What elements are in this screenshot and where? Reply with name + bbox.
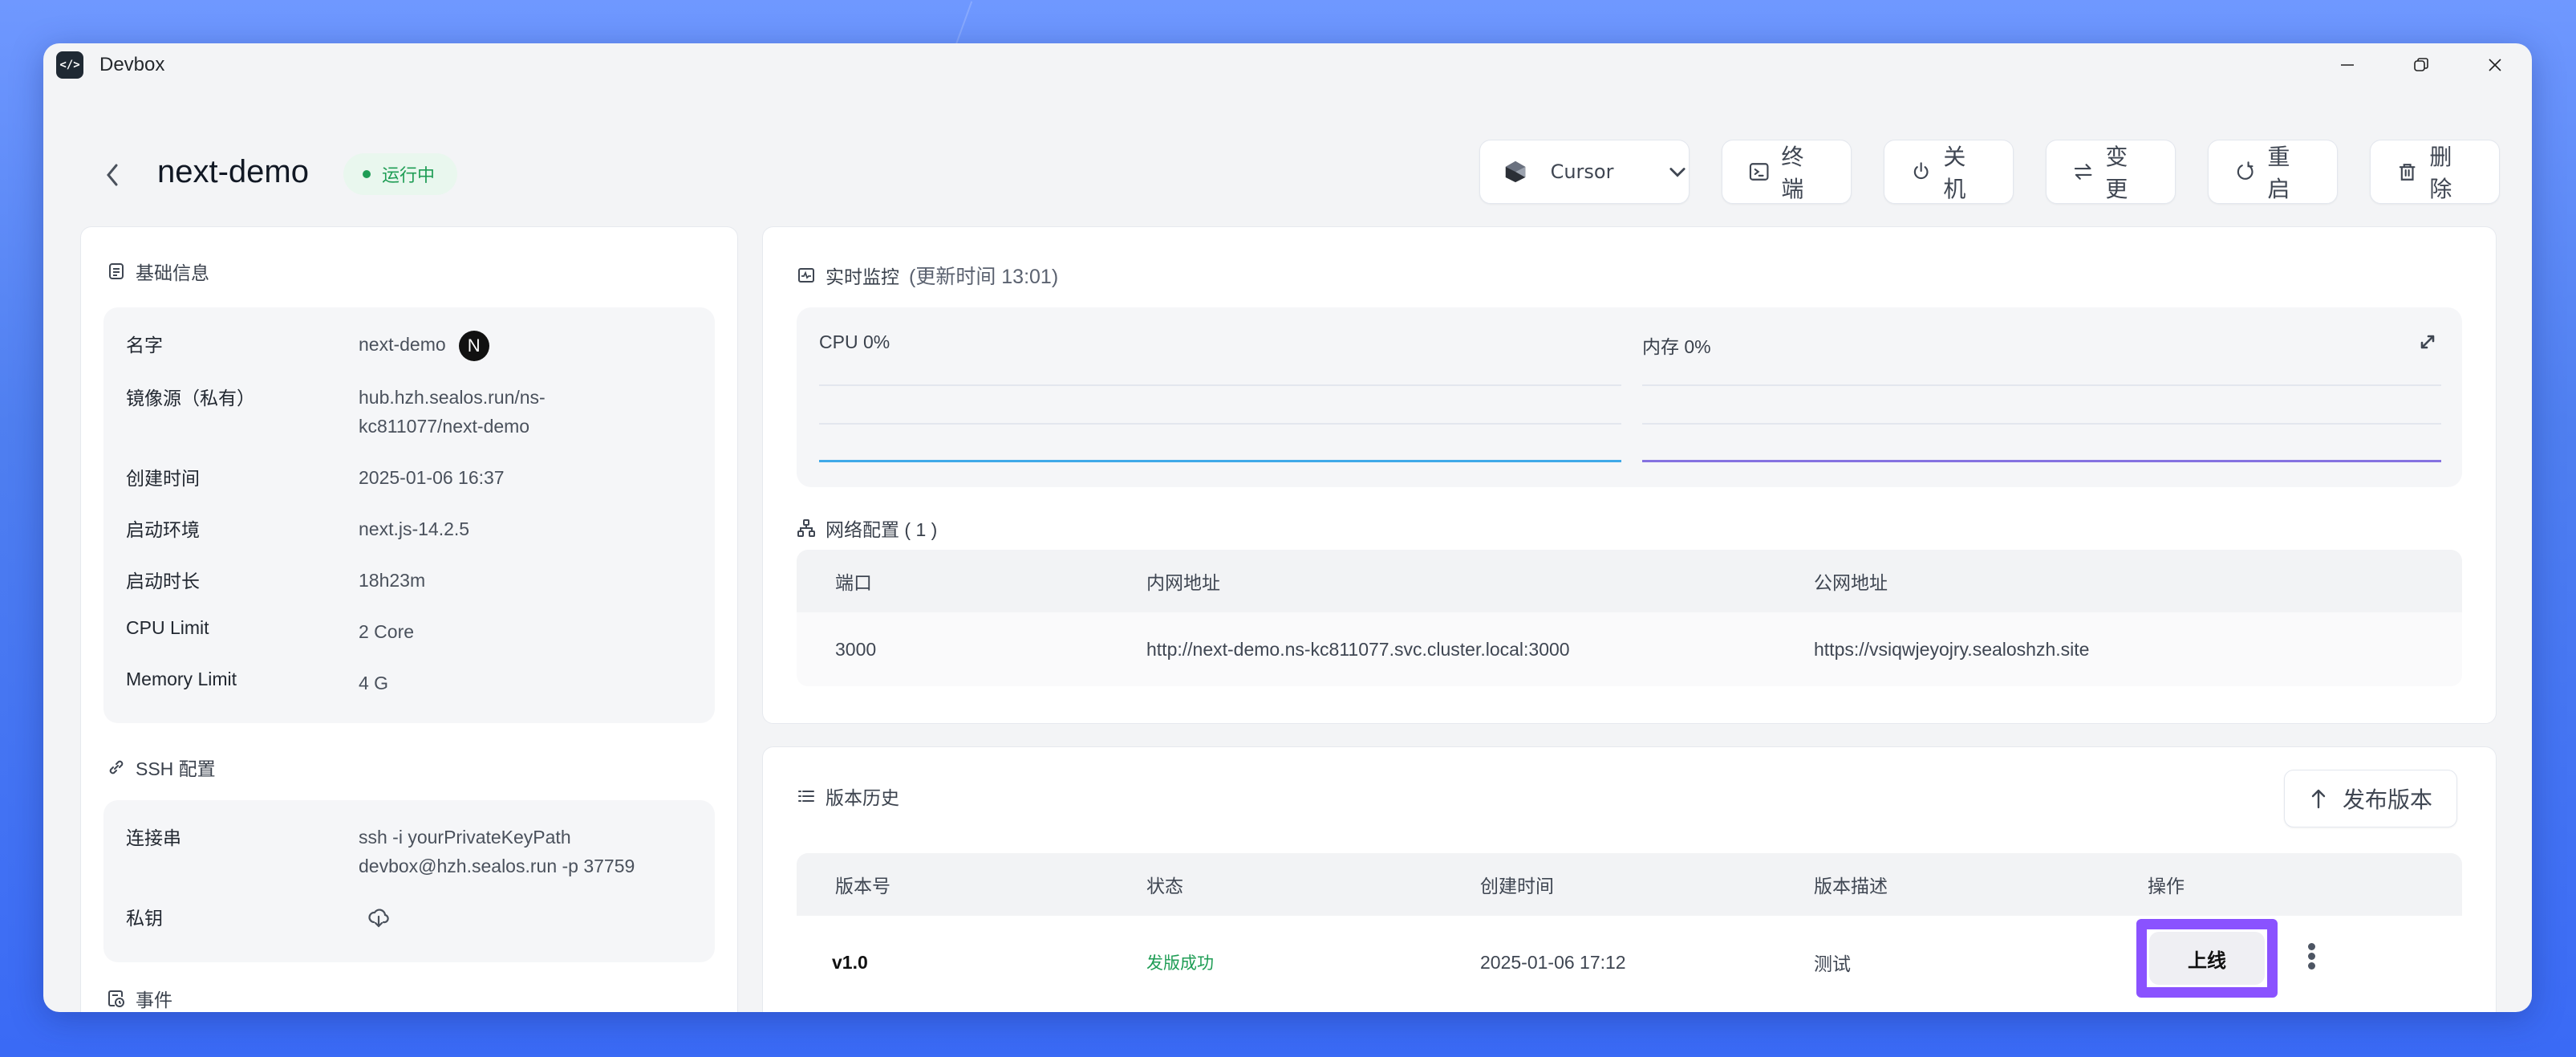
minimize-icon (2341, 64, 2354, 66)
monitor-icon (798, 268, 814, 283)
background-decoration (954, 1, 973, 47)
memory-gridline (1642, 423, 2441, 425)
nextjs-logo-icon: N (458, 330, 489, 361)
version-table-header: 版本号 状态 创建时间 版本描述 操作 (797, 853, 2462, 916)
internal-address[interactable]: http://next-demo.ns-kc811077.svc.cluster… (1146, 639, 1570, 661)
monitor-charts: CPU 0% 内存 0% (797, 307, 2462, 487)
ide-dropdown-button[interactable] (1666, 140, 1689, 203)
image-value-line2: kc811077/next-demo (359, 416, 530, 437)
version-created: 2025-01-06 17:12 (1480, 951, 1626, 973)
network-icon (797, 519, 815, 537)
version-history-title: 版本历史 (797, 783, 899, 810)
memory-label: 内存 0% (1642, 336, 1711, 357)
list-icon (798, 791, 814, 802)
back-button[interactable] (95, 157, 130, 193)
page-title: next-demo (157, 154, 309, 189)
monitor-updated-time: (更新时间 13:01) (909, 266, 1059, 288)
document-icon (109, 263, 124, 279)
version-history-panel: 版本历史 发布版本 版本号 状态 创建时间 版本描述 操作 v1.0 发版成功 … (762, 746, 2497, 1012)
port-value: 3000 (835, 638, 877, 660)
basic-info-title: 基础信息 (107, 258, 209, 285)
events-title: 事件 (107, 985, 172, 1012)
cpu-gridline (819, 423, 1621, 425)
status-badge: 运行中 (343, 153, 458, 195)
cpu-series-line (819, 460, 1621, 462)
version-table: 版本号 状态 创建时间 版本描述 操作 v1.0 发版成功 2025-01-06… (797, 853, 2462, 1009)
ide-label: Cursor (1550, 161, 1614, 183)
go-online-button[interactable]: 上线 (2149, 932, 2265, 985)
change-button[interactable]: 变更 (2046, 140, 2176, 204)
terminal-label: 终端 (1781, 144, 1804, 201)
change-label: 变更 (2105, 144, 2128, 201)
ide-split-button: Cursor (1479, 140, 1690, 204)
monitor-network-panel: 实时监控 (更新时间 13:01) CPU 0% 内存 0% 网络配置 ( 1 … (762, 226, 2497, 724)
monitor-title: 实时监控 (更新时间 13:01) (797, 261, 1058, 290)
minimize-button[interactable] (2310, 43, 2384, 87)
title-bar: </> Devbox (43, 43, 2532, 87)
expand-icon[interactable] (2414, 328, 2441, 356)
delete-label: 删除 (2429, 144, 2452, 201)
memory-chart: 内存 0% (1642, 307, 2441, 487)
trash-icon (2399, 164, 2416, 181)
cpu-chart: CPU 0% (819, 307, 1621, 487)
close-button[interactable] (2458, 43, 2532, 87)
chevron-down-icon (1669, 168, 1686, 177)
app-title: Devbox (99, 54, 165, 75)
version-number: v1.0 (832, 951, 868, 973)
chevron-left-icon (107, 164, 118, 186)
status-text: 运行中 (382, 165, 436, 185)
image-value-line1: hub.hzh.sealos.run/ns- (359, 387, 546, 408)
version-description: 测试 (1814, 953, 1851, 974)
ssh-config-title: SSH 配置 (107, 754, 216, 781)
delete-button[interactable]: 删除 (2370, 140, 2500, 204)
version-status: 发版成功 (1146, 954, 1214, 973)
page-header: next-demo 运行中 Cursor 终端 关机 变更 重启 删除 (43, 140, 2532, 212)
open-in-cursor-button[interactable]: Cursor (1480, 140, 1645, 203)
cpu-label: CPU 0% (819, 331, 890, 352)
memory-series-line (1642, 460, 2441, 462)
kebab-dot-icon (2307, 943, 2315, 950)
restart-icon (2237, 161, 2253, 180)
arrow-up-icon (2311, 789, 2326, 809)
power-icon (1913, 162, 1929, 180)
network-table-row: 3000 http://next-demo.ns-kc811077.svc.cl… (797, 612, 2462, 686)
name-value: next-demo (359, 334, 446, 355)
info-panel: 基础信息 名字 next-demo N 镜像源（私有） hub.hzh.sealo… (80, 226, 738, 1012)
cursor-logo-icon (1505, 161, 1525, 183)
status-dot-icon (363, 170, 371, 178)
terminal-button[interactable]: 终端 (1722, 140, 1852, 204)
link-icon (109, 760, 124, 774)
network-table: 端口 内网地址 公网地址 3000 http://next-demo.ns-kc… (797, 550, 2462, 686)
ssh-config-box: 连接串 ssh -i yourPrivateKeyPath devbox@hzh.… (103, 800, 715, 962)
shutdown-button[interactable]: 关机 (1884, 140, 2014, 204)
restore-button[interactable] (2384, 43, 2458, 87)
devbox-logo-icon: </> (56, 51, 83, 79)
kebab-dot-icon (2307, 953, 2315, 960)
more-options-button[interactable] (2306, 943, 2316, 970)
ssh-connection-string[interactable]: ssh -i yourPrivateKeyPath devbox@hzh.seal… (359, 823, 635, 880)
restart-button[interactable]: 重启 (2208, 140, 2338, 204)
version-table-row: v1.0 发版成功 2025-01-06 17:12 测试 上线 (797, 916, 2462, 1009)
close-icon (2489, 59, 2501, 71)
basic-info-box: 名字 next-demo N 镜像源（私有） hub.hzh.sealos.run… (103, 307, 715, 723)
memory-gridline (1642, 384, 2441, 386)
public-address-link[interactable]: https://vsiqwjeyojry.sealoshzh.site (1814, 639, 2089, 661)
kebab-dot-icon (2307, 962, 2315, 970)
network-title: 网络配置 ( 1 ) (797, 514, 937, 542)
terminal-icon (1749, 163, 1769, 181)
publish-version-button[interactable]: 发布版本 (2283, 770, 2457, 827)
cpu-gridline (819, 384, 1621, 386)
swap-icon (2074, 164, 2092, 180)
app-window: </> Devbox next-demo 运行中 Cursor 终端 关机 变更… (43, 43, 2532, 1012)
cloud-download-icon (368, 909, 389, 928)
restart-label: 重启 (2267, 144, 2290, 201)
restore-icon (2414, 58, 2428, 71)
network-table-header: 端口 内网地址 公网地址 (797, 550, 2462, 612)
shutdown-label: 关机 (1943, 144, 1966, 201)
event-log-icon (108, 990, 124, 1007)
download-private-key-button[interactable] (367, 906, 391, 937)
action-toolbar: Cursor 终端 关机 变更 重启 删除 (1479, 140, 2500, 204)
